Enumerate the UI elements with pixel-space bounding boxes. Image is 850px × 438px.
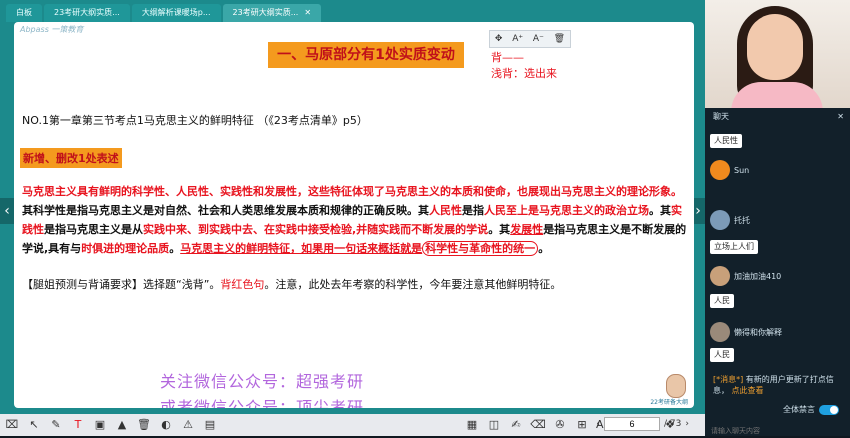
text-run: 科学性与革命性的统一 xyxy=(422,241,539,256)
mute-label: 全体禁言 xyxy=(783,405,815,414)
teacher-mascot xyxy=(666,374,686,398)
body-paragraph: 马克思主义具有鲜明的科学性、人民性、实践性和发展性，这些特征体现了马克思主义的本… xyxy=(22,182,688,258)
text-tool-icon[interactable]: T xyxy=(68,417,88,433)
text-run: 。注意，此处去年考察的科学性，今年要注意其他鲜明特征。 xyxy=(264,278,562,291)
shape-icon[interactable]: ▣ xyxy=(90,417,110,433)
chat-username: Sun xyxy=(734,165,750,175)
tab-doc-2[interactable]: 大纲解析课暖场p... xyxy=(131,4,221,22)
chat-message-pill: 人民 xyxy=(710,294,734,308)
logo: Abpass 一策教育 xyxy=(20,25,84,34)
right-panel: 聊天 ✕ 人民性 Sun 托托 立场上人们 加油加油410 人民 懒得和你解释 人民 [*消息… xyxy=(705,0,850,438)
mute-toggle[interactable] xyxy=(819,404,839,415)
pager: ‹ / 73 › xyxy=(596,417,689,431)
chat-user-row[interactable]: Sun xyxy=(710,160,749,180)
exit-icon[interactable]: ⌧ xyxy=(2,417,22,433)
text-run: 是指 xyxy=(462,204,484,217)
text-run: 其科学性是指马克思主义是对自然、社会和人类思维发展本质和规律的正确反映。其 xyxy=(22,204,429,217)
tab-doc-3[interactable]: 23考研大纲实质... ✕ xyxy=(222,4,322,22)
prev-page-icon[interactable]: ‹ xyxy=(596,419,600,429)
text-run: 人民至上是马克思主义的政治立场 xyxy=(484,204,649,217)
sign-icon[interactable]: ✍ xyxy=(506,417,526,433)
text-run: 【腿姐预测与背诵要求】选择题“浅背”。 xyxy=(22,278,221,291)
slide: Abpass 一策教育 ✥ A⁺ A⁻ 🗑 一、马原部分有1处实质变动 背—— … xyxy=(14,22,694,408)
tab-whiteboard[interactable]: 白板 xyxy=(6,4,42,22)
tab-label: 23考研大纲实质... xyxy=(232,8,299,17)
note-line: 背—— xyxy=(491,51,524,64)
trash-icon[interactable]: 🗑 xyxy=(134,417,154,433)
text-run: 。其 xyxy=(488,223,511,236)
text-edit-toolbar: ✥ A⁺ A⁻ 🗑 xyxy=(489,30,571,48)
alert-icon[interactable]: ⚠ xyxy=(178,417,198,433)
text-run: 。 xyxy=(169,242,181,255)
text-run: 。 xyxy=(538,242,550,255)
handwritten-note: 背红色句 xyxy=(220,278,265,291)
prev-page-arrow-icon[interactable]: ‹ xyxy=(0,198,14,224)
grid-icon[interactable]: ▦ xyxy=(462,417,482,433)
chat-user-row[interactable]: 托托 xyxy=(710,210,750,230)
watermark: 或者微信公众号：顶尖考研 xyxy=(160,398,365,408)
delete-icon[interactable]: 🗑 xyxy=(554,34,565,44)
laser-icon[interactable]: ▲ xyxy=(112,417,132,433)
requirement-line: 【腿姐预测与背诵要求】选择题“浅背”。背红色句。注意，此处去年考察的科学性，今年… xyxy=(22,276,561,292)
layout-icon[interactable]: ⊞ xyxy=(572,417,592,433)
record-icon[interactable]: ✇ xyxy=(550,417,570,433)
change-tag: 新增、删改1处表述 xyxy=(20,148,122,168)
close-icon[interactable]: ✕ xyxy=(304,8,311,17)
text-run: 马克思主义的鲜明特征，如果用一句话来概括就是 xyxy=(180,242,423,255)
eraser-icon[interactable]: ◐ xyxy=(156,417,176,433)
system-prefix: [*消息*] xyxy=(713,375,744,384)
presentation-stage: ‹ › Abpass 一策教育 ✥ A⁺ A⁻ 🗑 一、马原部分有1处实质变动 … xyxy=(0,22,705,414)
watermark: 关注微信公众号：超强考研 xyxy=(160,372,365,391)
avatar xyxy=(710,322,730,342)
avatar xyxy=(710,266,730,286)
tab-doc-1[interactable]: 23考研大纲实质... xyxy=(44,4,130,22)
chat-header: 聊天 ✕ xyxy=(705,108,850,126)
courseware-icon[interactable]: ▤ xyxy=(200,417,220,433)
screen-icon[interactable]: ◫ xyxy=(484,417,504,433)
chat-username: 托托 xyxy=(734,215,750,225)
chat-user-row[interactable]: 懒得和你解释 xyxy=(710,322,782,342)
avatar xyxy=(710,160,730,180)
move-icon[interactable]: ✥ xyxy=(495,34,503,44)
chat-message-pill: 人民性 xyxy=(710,134,742,148)
avatar xyxy=(710,210,730,230)
text-run: 马克思主义具有鲜明的科学性、人民性、实践性和发展性，这些特征体现了马克思主义的本… xyxy=(22,185,682,198)
tab-bar: 白板 23考研大纲实质... 大纲解析课暖场p... 23考研大纲实质... ✕ xyxy=(0,0,705,22)
teacher-camera xyxy=(705,0,850,108)
system-message: [*消息*] 有新的用户更新了打点信息， 点此查看 xyxy=(713,374,845,396)
section-heading: NO.1第一章第三节考点1马克思主义的鲜明特征 （《23考点清单》p5） xyxy=(22,114,368,127)
mute-all: 全体禁言 xyxy=(783,404,839,415)
pen-icon[interactable]: ✎ xyxy=(46,417,66,433)
close-icon[interactable]: ✕ xyxy=(837,108,844,126)
text-run: 时俱进的理论品质 xyxy=(81,242,170,255)
chat-message-pill: 立场上人们 xyxy=(710,240,758,254)
text-run: 。其 xyxy=(649,204,671,217)
text-run: 人民性 xyxy=(429,204,462,217)
font-decrease-icon[interactable]: A⁻ xyxy=(533,34,544,44)
note-line: 浅背：选出来 xyxy=(491,67,557,80)
brand-label: 22考研备大纲 xyxy=(650,399,688,406)
next-page-icon[interactable]: › xyxy=(685,419,689,429)
text-run: 是指马克思主义是从 xyxy=(44,223,143,236)
pointer-icon[interactable]: ↖ xyxy=(24,417,44,433)
text-run: 发展性 xyxy=(510,223,544,236)
system-link[interactable]: 点此查看 xyxy=(732,386,764,395)
page-input[interactable] xyxy=(604,417,661,431)
font-increase-icon[interactable]: A⁺ xyxy=(512,34,523,44)
slide-title: 一、马原部分有1处实质变动 xyxy=(268,42,464,68)
chat-user-row[interactable]: 加油加油410 xyxy=(710,266,781,286)
text-run: 实践中来、到实践中去、在实践中接受检验,并随实践而不断发展的学说 xyxy=(143,223,489,236)
camera-body xyxy=(731,82,823,108)
chat-title: 聊天 xyxy=(713,112,729,121)
chat-message-pill: 人民 xyxy=(710,348,734,362)
bottom-toolbar: ⌧ ↖ ✎ T ▣ ▲ 🗑 ◐ ⚠ ▤ ▦ ◫ ✍ ⌫ ✇ ⊞ AD ≣ ⧉ ❖… xyxy=(0,414,705,436)
chat-username: 加油加油410 xyxy=(734,271,782,281)
clear-icon[interactable]: ⌫ xyxy=(528,417,548,433)
camera-face xyxy=(747,14,803,80)
annotation-note[interactable]: 背—— 浅背：选出来 xyxy=(491,50,557,82)
chat-username: 懒得和你解释 xyxy=(734,327,782,337)
page-total: / 73 xyxy=(664,419,682,429)
